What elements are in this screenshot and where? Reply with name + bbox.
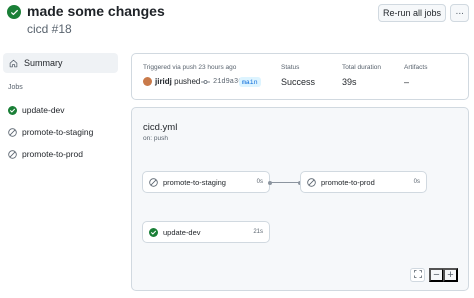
status-value: Success [281,77,316,87]
home-icon [9,59,18,68]
status-label: Status [281,64,300,71]
workflow-trigger: on: push [143,135,168,142]
job-duration: 0s [413,179,420,185]
run-subtitle: cicd #18 [27,22,72,36]
job-node-promote-to-prod[interactable]: promote-to-prod 0s [300,171,427,193]
sidebar-job-label: promote-to-prod [22,149,83,159]
skipped-icon [307,177,316,187]
skipped-icon [149,177,158,187]
zoom-in-button[interactable]: + [443,268,458,282]
branch-badge[interactable]: main [239,77,261,87]
workflow-file[interactable]: cicd.yml [143,122,177,133]
sidebar-job-update-dev[interactable]: update-dev [8,103,65,117]
actor-link[interactable]: jiridj [155,77,172,86]
job-node-label: update-dev [163,227,201,237]
artifacts-value: – [404,77,410,87]
job-node-promote-to-staging[interactable]: promote-to-staging 0s [142,171,270,193]
sidebar-job-promote-to-prod[interactable]: promote-to-prod [8,147,83,161]
sidebar-job-label: promote-to-staging [22,127,94,137]
success-check-icon [7,5,21,19]
job-node-label: promote-to-staging [163,177,226,187]
sidebar-job-label: update-dev [22,105,65,115]
action-text: pushed [174,77,201,86]
avatar[interactable] [143,77,152,86]
skipped-icon [8,127,17,137]
duration-value: 39s [342,77,357,87]
fullscreen-icon [413,269,422,281]
commit-icon [201,79,210,85]
trigger-label: Triggered via push 23 hours ago [143,64,237,71]
duration-label: Total duration [342,64,382,71]
job-node-label: promote-to-prod [321,177,375,187]
artifacts-label: Artifacts [404,64,428,71]
actor-pushed: jiridj pushed [155,77,200,86]
run-header: made some changes cicd #18 Re-run all jo… [0,0,474,44]
skipped-icon [8,149,17,159]
kebab-menu-button[interactable]: ··· [450,4,469,22]
success-check-icon [149,227,158,237]
sidebar-item-label: Summary [24,58,63,68]
zoom-out-button[interactable]: − [429,268,444,282]
success-check-icon [8,105,17,115]
sidebar-job-promote-to-staging[interactable]: promote-to-staging [8,125,93,139]
sidebar-item-summary[interactable]: Summary [3,53,118,73]
run-summary-card: Triggered via push 23 hours ago jiridj p… [131,53,469,100]
jobs-heading: Jobs [8,84,23,91]
commit-link[interactable]: 21d9a36 [213,78,242,86]
rerun-all-jobs-button[interactable]: Re-run all jobs [378,4,446,22]
page-title: made some changes [27,3,165,19]
job-duration: 21s [253,229,263,235]
workflow-graph: cicd.yml on: push promote-to-staging 0s … [131,107,469,291]
fullscreen-button[interactable] [410,268,425,282]
job-duration: 0s [256,179,263,185]
kebab-icon: ··· [455,7,464,19]
job-node-update-dev[interactable]: update-dev 21s [142,221,270,243]
connector-dot [268,180,272,185]
